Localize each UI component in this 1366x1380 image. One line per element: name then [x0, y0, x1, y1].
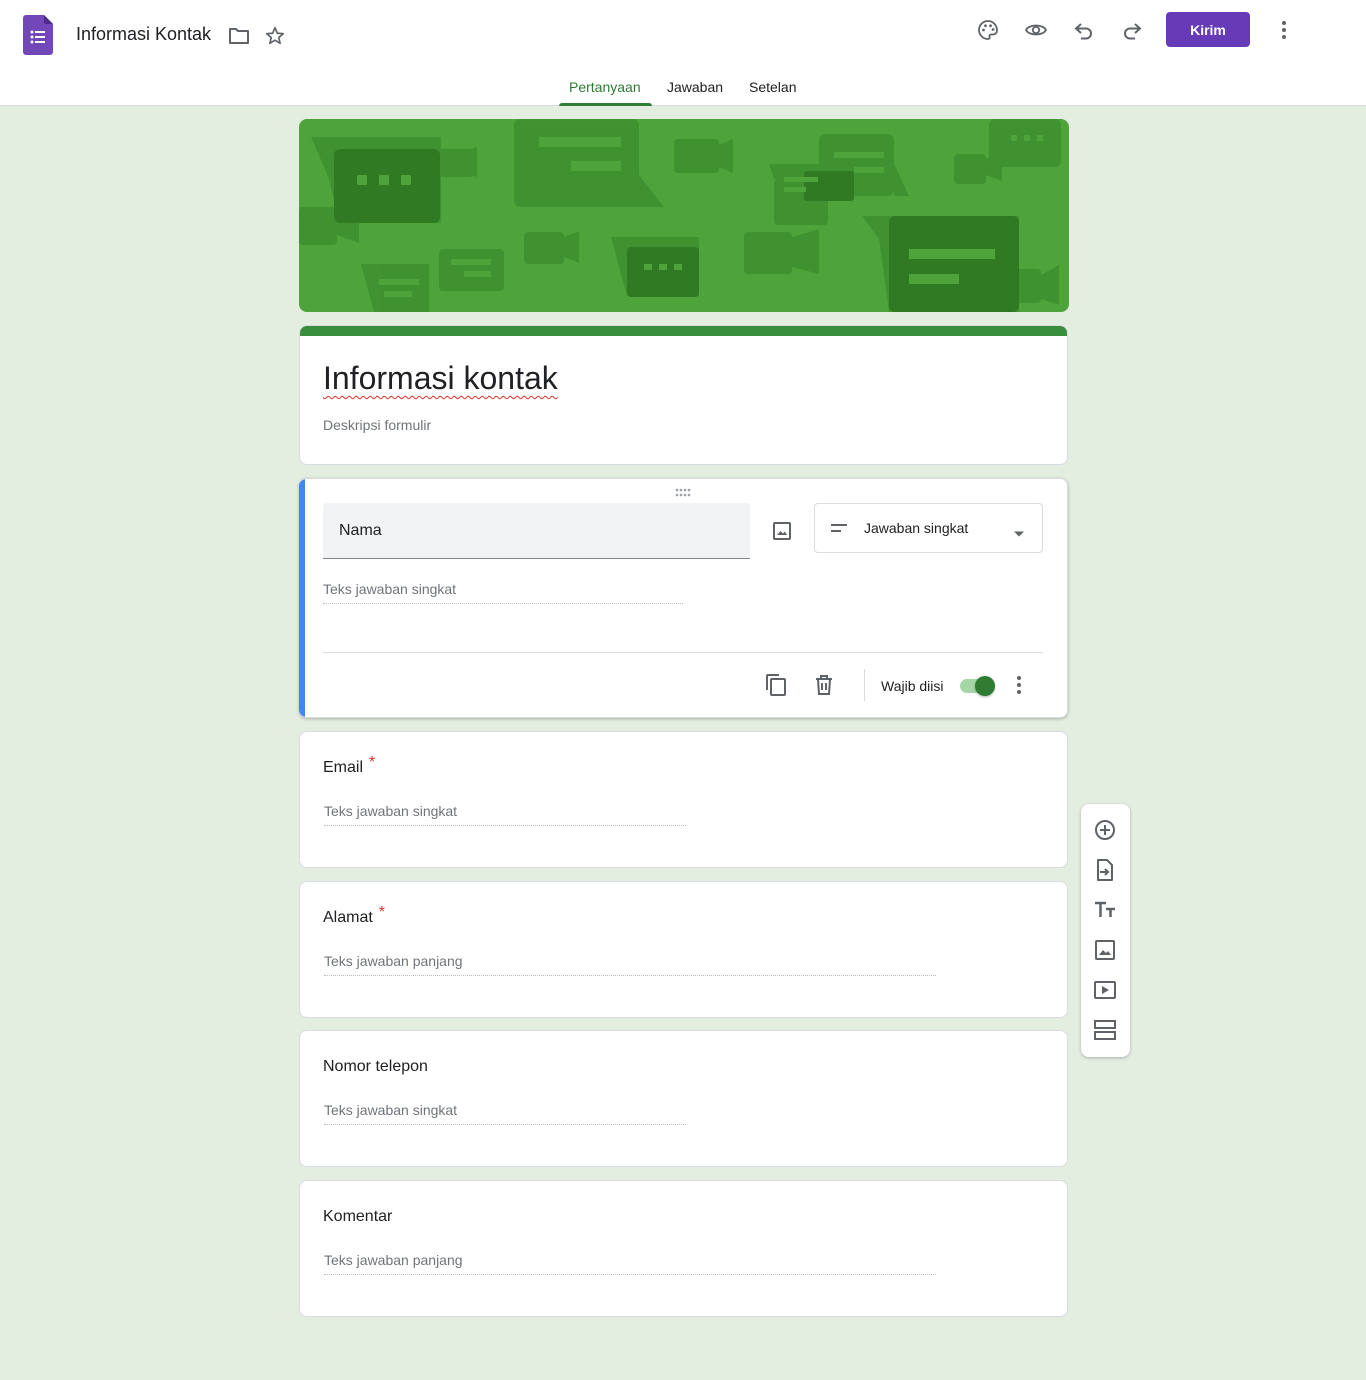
question-title: Komentar: [323, 1208, 393, 1225]
form-title-card: Informasi kontak Deskripsi formulir: [299, 325, 1068, 465]
answer-placeholder: Teks jawaban panjang: [324, 953, 936, 976]
add-title-icon[interactable]: [1085, 890, 1125, 930]
active-question-indicator: [299, 479, 305, 717]
star-icon[interactable]: [255, 16, 295, 56]
app-header: Informasi Kontak Kirim Pertanyaan Jawaba…: [0, 0, 1366, 106]
question-card-comments[interactable]: Komentar Teks jawaban panjang: [299, 1180, 1068, 1317]
send-button[interactable]: Kirim: [1166, 12, 1250, 47]
title-card-accent-bar: [300, 326, 1067, 336]
active-tab-indicator: [559, 103, 652, 106]
answer-placeholder: Teks jawaban singkat: [324, 1102, 686, 1125]
delete-icon[interactable]: [804, 665, 844, 705]
tab-bar: Pertanyaan Jawaban Setelan: [0, 70, 1366, 106]
question-type-dropdown[interactable]: Jawaban singkat: [814, 503, 1043, 553]
question-title-input[interactable]: Nama: [323, 503, 750, 559]
question-title: Nomor telepon: [323, 1058, 428, 1075]
question-type-label: Jawaban singkat: [864, 520, 969, 536]
question-card-email[interactable]: Email * Teks jawaban singkat: [299, 731, 1068, 868]
add-image-icon[interactable]: [1085, 930, 1125, 970]
redo-icon[interactable]: [1112, 10, 1152, 50]
add-video-icon[interactable]: [1085, 970, 1125, 1010]
undo-icon[interactable]: [1064, 10, 1104, 50]
more-options-icon[interactable]: [999, 665, 1039, 705]
document-title[interactable]: Informasi Kontak: [76, 24, 211, 45]
add-question-icon[interactable]: [1085, 810, 1125, 850]
short-answer-icon: [831, 521, 849, 540]
required-asterisk: *: [369, 754, 376, 771]
question-title: Alamat *: [323, 904, 386, 926]
question-title: Email *: [323, 754, 376, 776]
drag-handle-icon[interactable]: [675, 485, 691, 497]
card-footer-divider: [323, 652, 1043, 653]
import-questions-icon[interactable]: [1085, 850, 1125, 890]
tab-settings[interactable]: Setelan: [749, 79, 796, 95]
form-description-field[interactable]: Deskripsi formulir: [323, 417, 431, 433]
question-card-address[interactable]: Alamat * Teks jawaban panjang: [299, 881, 1068, 1018]
add-section-icon[interactable]: [1085, 1010, 1125, 1050]
answer-placeholder: Teks jawaban singkat: [323, 581, 683, 604]
active-question-card[interactable]: Nama Jawaban singkat Teks jawaban singka…: [299, 478, 1068, 718]
toggle-knob: [975, 676, 995, 696]
more-vert-icon[interactable]: [1264, 10, 1304, 50]
palette-icon[interactable]: [968, 10, 1008, 50]
eye-icon[interactable]: [1016, 10, 1056, 50]
required-asterisk: *: [378, 904, 386, 921]
required-toggle[interactable]: [958, 676, 996, 696]
answer-placeholder: Teks jawaban panjang: [324, 1252, 936, 1275]
answer-placeholder: Teks jawaban singkat: [324, 803, 686, 826]
header-banner-image: [299, 119, 1069, 312]
forms-app-icon[interactable]: [23, 15, 53, 55]
folder-icon[interactable]: [219, 16, 259, 56]
tab-questions[interactable]: Pertanyaan: [569, 79, 641, 95]
add-image-icon[interactable]: [762, 511, 802, 551]
question-card-phone[interactable]: Nomor telepon Teks jawaban singkat: [299, 1030, 1068, 1167]
required-label: Wajib diisi: [881, 678, 944, 694]
form-title[interactable]: Informasi kontak: [323, 360, 558, 397]
tab-responses[interactable]: Jawaban: [667, 79, 723, 95]
footer-vertical-divider: [864, 669, 865, 701]
duplicate-icon[interactable]: [756, 665, 796, 705]
side-toolbar: [1081, 804, 1130, 1057]
chevron-down-icon: [1013, 525, 1025, 543]
